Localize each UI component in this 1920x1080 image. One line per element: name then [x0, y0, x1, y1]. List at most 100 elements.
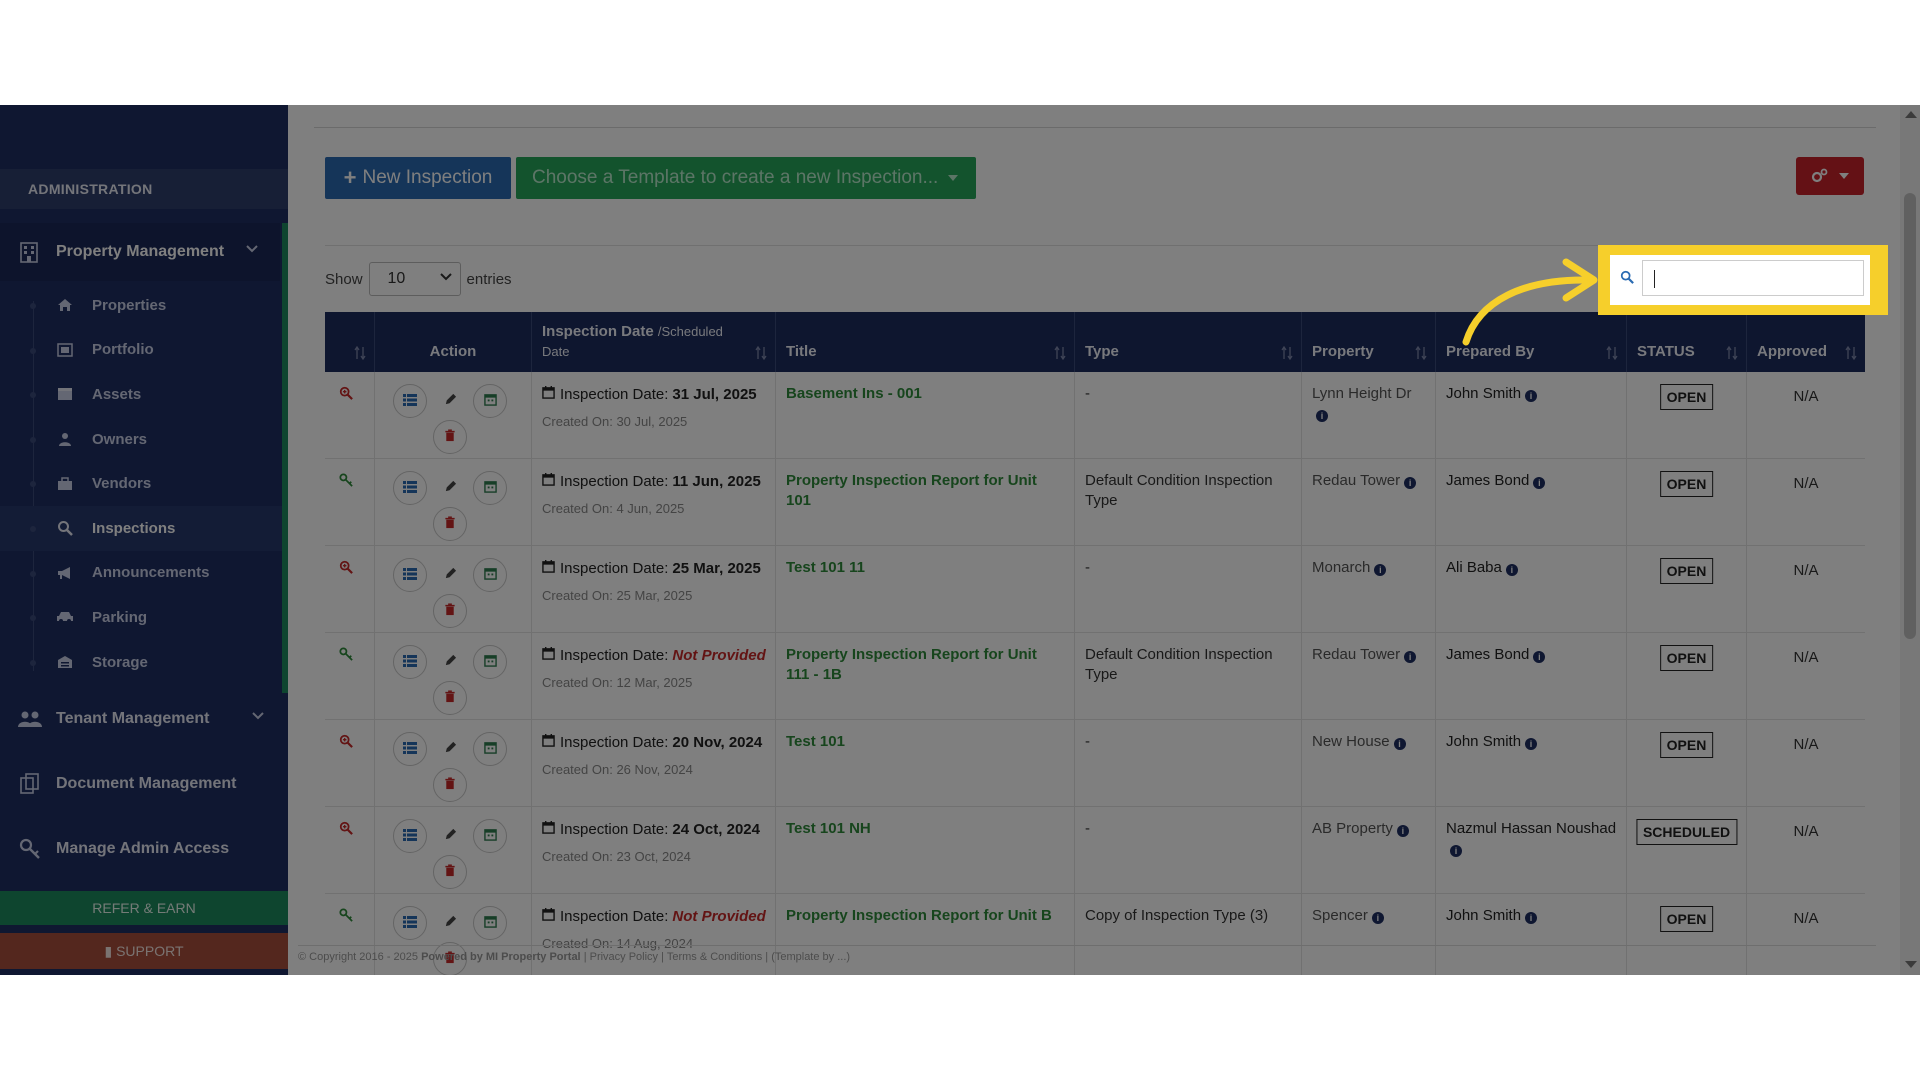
- sidebar-item-storage[interactable]: Storage: [0, 640, 282, 685]
- sidebar-item-portfolio[interactable]: Portfolio: [0, 328, 282, 373]
- inspection-title-link[interactable]: Test 101 NH: [786, 819, 1064, 839]
- inspection-title-link[interactable]: Basement Ins - 001: [786, 384, 1064, 404]
- column-header-approved[interactable]: Approved: [1747, 312, 1865, 372]
- prepared-by-text: John Smith: [1446, 733, 1522, 750]
- schedule-button[interactable]: [473, 819, 507, 853]
- info-icon[interactable]: i: [1371, 912, 1384, 924]
- inspection-title-link[interactable]: Test 101: [786, 732, 1064, 752]
- key-icon[interactable]: [339, 908, 353, 926]
- sort-icon: [1281, 346, 1293, 360]
- info-icon[interactable]: i: [1533, 477, 1546, 489]
- info-icon[interactable]: i: [1525, 912, 1538, 924]
- column-header-type[interactable]: Type: [1075, 312, 1302, 372]
- property-name-text: Redau Tower: [1312, 646, 1401, 663]
- sidebar-item-inspections[interactable]: Inspections: [0, 505, 282, 551]
- info-icon[interactable]: i: [1533, 651, 1546, 663]
- edit-button[interactable]: [433, 471, 467, 505]
- view-list-button[interactable]: [393, 558, 427, 592]
- schedule-button[interactable]: [473, 558, 507, 592]
- view-list-button[interactable]: [393, 819, 427, 853]
- support-label: SUPPORT: [116, 943, 184, 959]
- delete-button[interactable]: [433, 681, 467, 715]
- refer-earn-button[interactable]: REFER & EARN: [0, 891, 288, 925]
- inspection-title-link[interactable]: Property Inspection Report for Unit 101: [786, 471, 1064, 511]
- sidebar-item-properties[interactable]: Properties: [0, 283, 282, 328]
- scrollbar-thumb[interactable]: [1904, 193, 1916, 639]
- header-label: Action: [429, 343, 477, 360]
- info-icon[interactable]: i: [1374, 564, 1387, 576]
- row-title: Property Inspection Report for Unit 111 …: [776, 633, 1075, 719]
- column-header-inspection-date[interactable]: Inspection Date /Scheduled Date: [532, 312, 776, 372]
- column-header-status[interactable]: STATUS: [1627, 312, 1747, 372]
- scroll-up-icon[interactable]: [1905, 111, 1917, 118]
- zoom-in-icon[interactable]: [339, 734, 353, 752]
- edit-button[interactable]: [433, 645, 467, 679]
- sidebar-item-parking[interactable]: Parking: [0, 595, 282, 640]
- edit-button[interactable]: [433, 732, 467, 766]
- info-icon[interactable]: i: [1505, 564, 1518, 576]
- delete-button[interactable]: [433, 855, 467, 889]
- key-icon[interactable]: [339, 473, 353, 491]
- created-on: Created On: 23 Oct, 2024: [542, 849, 691, 864]
- delete-button[interactable]: [433, 594, 467, 628]
- row-title: Test 101: [776, 720, 1075, 806]
- edit-button[interactable]: [433, 819, 467, 853]
- view-list-button[interactable]: [393, 471, 427, 505]
- tree-dot: [30, 347, 36, 354]
- view-list-button[interactable]: [393, 645, 427, 679]
- edit-button[interactable]: [433, 384, 467, 418]
- schedule-button[interactable]: [473, 471, 507, 505]
- inspection-date-value: Not Provided: [672, 908, 766, 925]
- zoom-in-icon[interactable]: [339, 821, 353, 839]
- scroll-down-icon[interactable]: [1905, 961, 1917, 968]
- info-icon[interactable]: i: [1525, 390, 1538, 402]
- sidebar-item-owners[interactable]: Owners: [0, 417, 282, 462]
- footer-links[interactable]: | Privacy Policy | Terms & Conditions |: [584, 951, 768, 963]
- sidebar-item-assets[interactable]: Assets: [0, 372, 282, 417]
- inspection-title-link[interactable]: Test 101 11: [786, 558, 1064, 578]
- row-approved: N/A: [1747, 372, 1865, 458]
- info-icon[interactable]: i: [1316, 410, 1328, 422]
- info-icon[interactable]: i: [1393, 738, 1406, 750]
- search-input[interactable]: [1642, 260, 1864, 296]
- zoom-in-icon[interactable]: [339, 560, 353, 578]
- schedule-button[interactable]: [473, 645, 507, 679]
- edit-button[interactable]: [433, 906, 467, 940]
- inspection-title-link[interactable]: Property Inspection Report for Unit 111 …: [786, 645, 1064, 685]
- view-list-button[interactable]: [393, 906, 427, 940]
- sidebar-item-document-management[interactable]: Document Management: [0, 758, 288, 810]
- sidebar-item-tenant-management[interactable]: Tenant Management: [0, 693, 288, 745]
- zoom-in-icon[interactable]: [339, 386, 353, 404]
- sidebar-item-manage-admin-access[interactable]: Manage Admin Access: [0, 823, 288, 875]
- sidebar-item-announcements[interactable]: Announcements: [0, 551, 282, 596]
- new-inspection-button[interactable]: + New Inspection: [325, 157, 511, 199]
- row-title: Test 101 11: [776, 546, 1075, 632]
- schedule-button[interactable]: [473, 732, 507, 766]
- schedule-button[interactable]: [473, 384, 507, 418]
- sidebar-item-property-management[interactable]: Property Management: [0, 223, 280, 281]
- column-header-property[interactable]: Property: [1302, 312, 1436, 372]
- view-list-button[interactable]: [393, 384, 427, 418]
- key-icon[interactable]: [339, 647, 353, 665]
- delete-button[interactable]: [433, 420, 467, 454]
- template-select[interactable]: Choose a Template to create a new Inspec…: [516, 157, 976, 199]
- edit-button[interactable]: [433, 558, 467, 592]
- row-approved: N/A: [1747, 633, 1865, 719]
- info-icon[interactable]: i: [1525, 738, 1538, 750]
- support-button[interactable]: ▮ SUPPORT: [0, 933, 288, 969]
- schedule-button[interactable]: [473, 906, 507, 940]
- delete-button[interactable]: [433, 768, 467, 802]
- info-icon[interactable]: i: [1396, 825, 1409, 837]
- delete-button[interactable]: [433, 507, 467, 541]
- column-header-icon[interactable]: [325, 312, 375, 372]
- settings-dropdown-button[interactable]: [1796, 157, 1864, 195]
- inspection-date-line: Inspection Date: 11 Jun, 2025: [542, 473, 761, 490]
- inspection-title-link[interactable]: Property Inspection Report for Unit B: [786, 906, 1064, 926]
- info-icon[interactable]: i: [1404, 651, 1417, 663]
- info-icon[interactable]: i: [1404, 477, 1417, 489]
- view-list-button[interactable]: [393, 732, 427, 766]
- column-header-title[interactable]: Title: [776, 312, 1075, 372]
- entries-select[interactable]: 10: [368, 262, 461, 296]
- info-icon[interactable]: i: [1450, 845, 1462, 857]
- sidebar-item-vendors[interactable]: Vendors: [0, 461, 282, 506]
